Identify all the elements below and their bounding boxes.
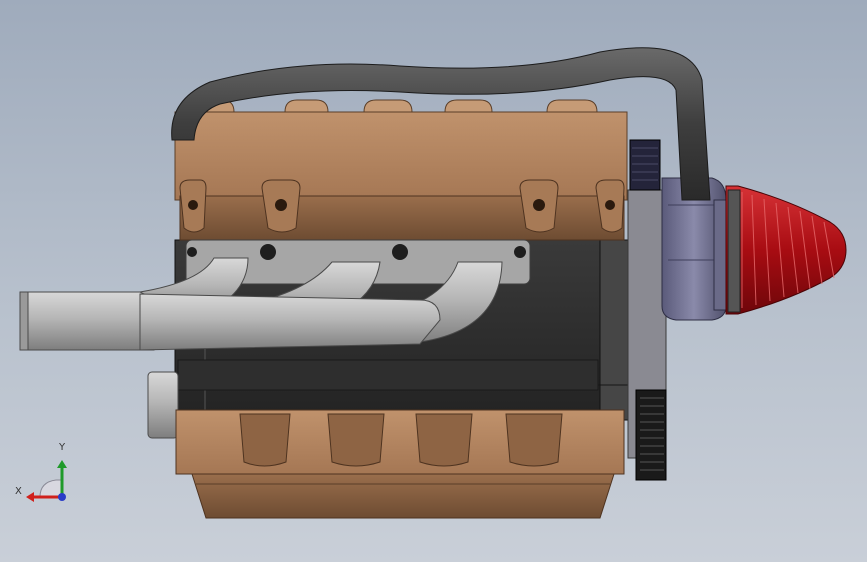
y-axis-label: Y: [59, 442, 66, 453]
timing-gear-stack[interactable]: [627, 139, 667, 481]
x-axis-label: X: [15, 486, 22, 497]
air-filter-cone[interactable]: [725, 185, 847, 315]
side-cylinder[interactable]: [147, 371, 179, 439]
engine-model-render[interactable]: [0, 0, 867, 562]
cad-3d-viewport[interactable]: X Y: [0, 0, 867, 562]
coordinate-triad-icon: [26, 460, 67, 502]
oil-pan[interactable]: [175, 409, 625, 519]
valve-cover[interactable]: [174, 99, 628, 241]
